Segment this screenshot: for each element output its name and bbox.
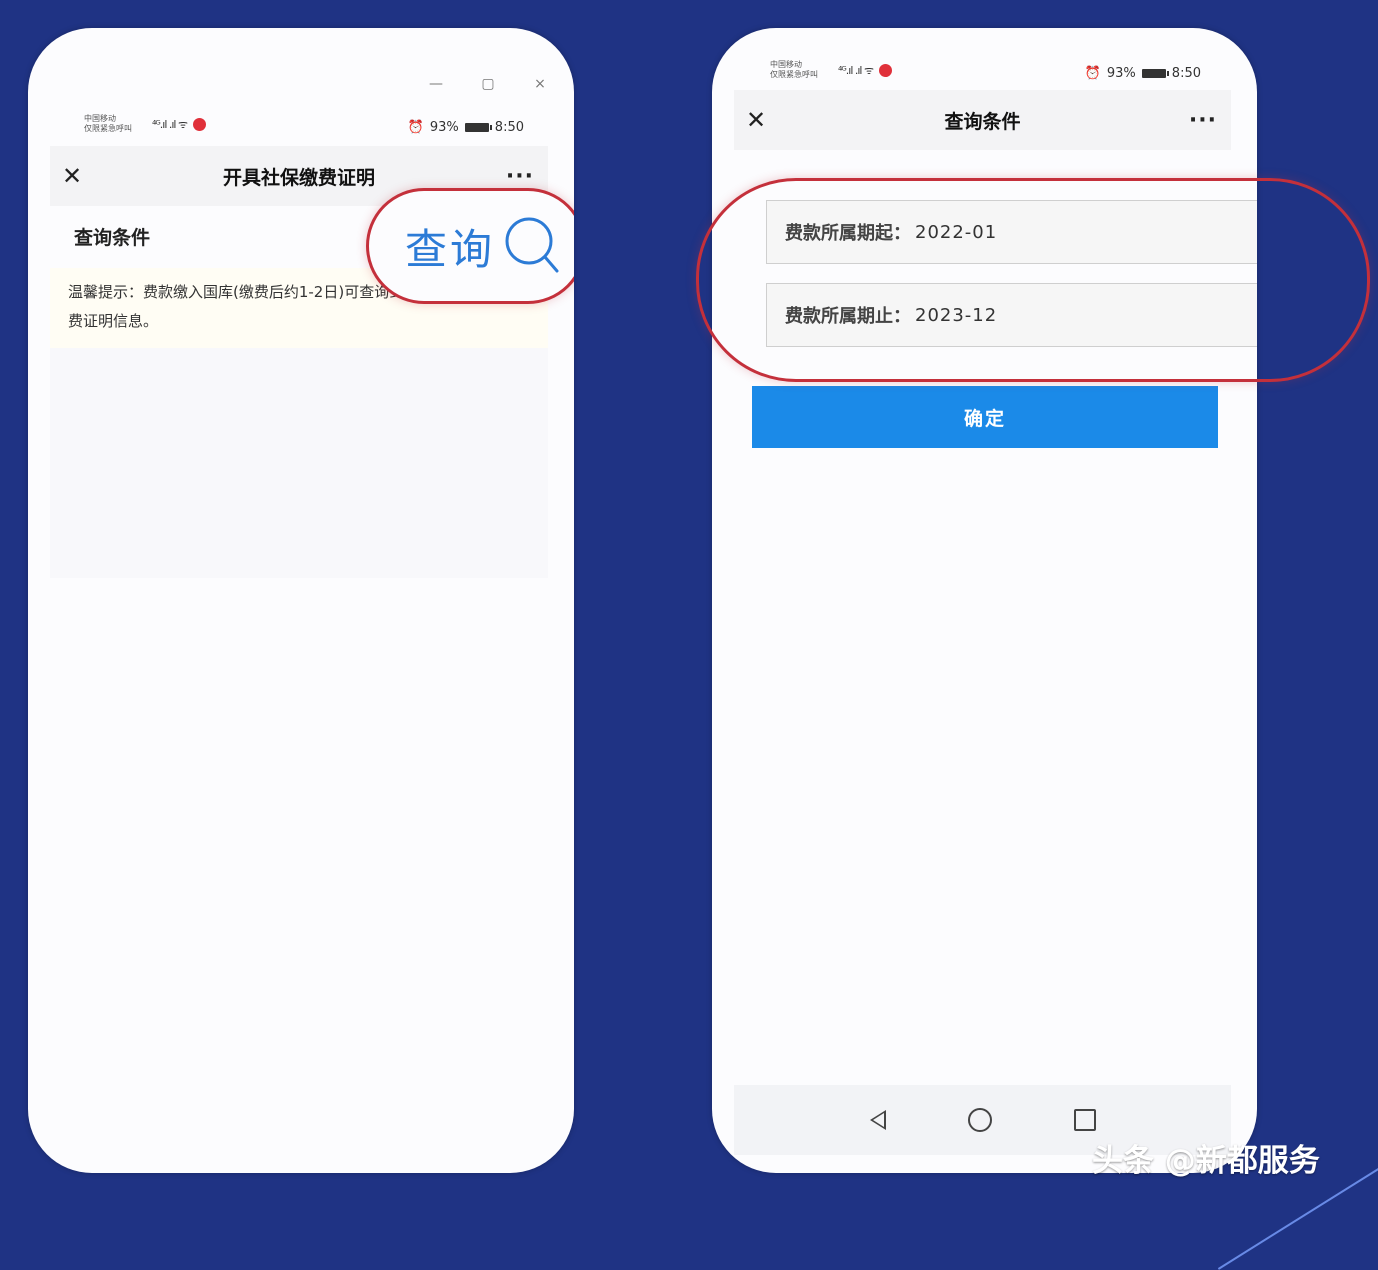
phone-left: — ▢ × 中国移动 仅限紧急呼叫 ⁴ᴳ.ıl .ıl ᯤ ⏰ 93% 8:50…	[28, 28, 574, 1173]
status-right: ⏰ 93% 8:50	[1085, 66, 1201, 81]
record-icon	[879, 63, 893, 77]
query-callout[interactable]: 查询	[366, 188, 574, 304]
content-area	[50, 348, 548, 578]
home-icon[interactable]	[967, 1108, 992, 1132]
alarm-icon: ⏰	[407, 120, 424, 135]
carrier-info: 中国移动 仅限紧急呼叫	[84, 114, 146, 134]
signal-icon: ⁴ᴳ.ıl .ıl ᯤ	[838, 63, 874, 77]
search-icon	[505, 217, 559, 273]
watermark: 头条 @新都服务	[1092, 1143, 1320, 1179]
clock: 8:50	[1171, 66, 1201, 81]
carrier-name: 中国移动	[84, 114, 116, 123]
battery-percent: 93%	[1106, 66, 1136, 81]
carrier-name: 中国移动	[770, 60, 802, 69]
query-label: 查询	[405, 224, 496, 274]
window-close-icon[interactable]: ×	[532, 76, 548, 92]
section-title: 查询条件	[74, 227, 151, 249]
clock: 8:50	[494, 120, 524, 135]
status-right: ⏰ 93% 8:50	[408, 120, 524, 135]
carrier-note: 仅限紧急呼叫	[84, 124, 132, 133]
minimize-icon[interactable]: —	[428, 76, 444, 92]
window-controls: — ▢ ×	[428, 76, 548, 92]
status-bar: 中国移动 仅限紧急呼叫 ⁴ᴳ.ıl .ıl ᯤ	[770, 60, 893, 80]
more-icon[interactable]: ···	[1189, 108, 1217, 133]
recent-apps-icon[interactable]	[1073, 1109, 1096, 1131]
confirm-button[interactable]: 确定	[752, 386, 1218, 448]
header-bar: ✕ 查询条件 ···	[734, 90, 1231, 150]
battery-percent: 93%	[429, 120, 459, 135]
alarm-icon: ⏰	[1084, 66, 1101, 81]
signal-icon: ⁴ᴳ.ıl .ıl ᯤ	[152, 117, 188, 131]
more-icon[interactable]: ···	[506, 164, 534, 189]
carrier-info: 中国移动 仅限紧急呼叫	[770, 60, 832, 80]
hint-text: 温馨提示：费款缴入国库(缴费后约1-2日)可查询到缴费证明信息。	[68, 283, 420, 330]
maximize-icon[interactable]: ▢	[480, 76, 496, 92]
carrier-note: 仅限紧急呼叫	[770, 70, 818, 79]
highlight-oval	[696, 178, 1370, 382]
page-title: 查询条件	[944, 110, 1021, 133]
record-icon	[193, 117, 207, 131]
page-title: 开具社保缴费证明	[222, 166, 375, 189]
battery-icon	[1141, 69, 1169, 78]
close-icon[interactable]: ✕	[746, 106, 766, 134]
back-icon[interactable]	[869, 1110, 886, 1130]
close-icon[interactable]: ✕	[62, 162, 82, 190]
battery-icon	[464, 123, 492, 132]
status-bar: 中国移动 仅限紧急呼叫 ⁴ᴳ.ıl .ıl ᯤ	[84, 114, 207, 134]
